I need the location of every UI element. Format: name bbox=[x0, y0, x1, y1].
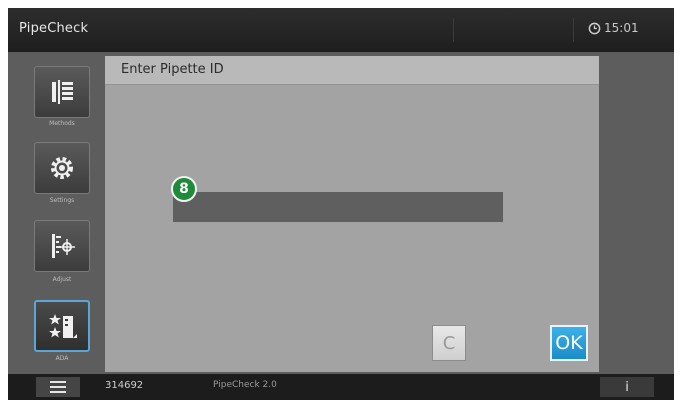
clock-time: 15:01 bbox=[604, 21, 639, 35]
sidebar-item-label: Adjust bbox=[52, 276, 72, 283]
sidebar-item-label: Settings bbox=[49, 197, 75, 204]
top-bar-divider bbox=[573, 18, 574, 42]
clear-button[interactable]: C bbox=[432, 325, 466, 361]
sidebar-item-settings[interactable] bbox=[34, 142, 90, 194]
sidebar-item-label: ADA bbox=[55, 355, 69, 362]
bottom-bar: 314692 PipeCheck 2.0 i bbox=[8, 374, 674, 400]
step-marker-badge: 8 bbox=[171, 176, 197, 202]
top-bar-divider bbox=[453, 18, 454, 42]
clock-icon bbox=[588, 22, 601, 34]
app-title: PipeCheck bbox=[19, 21, 89, 36]
hamburger-menu-icon bbox=[50, 381, 66, 393]
adjust-icon bbox=[52, 234, 75, 258]
pipette-id-input[interactable] bbox=[173, 192, 503, 222]
clock: 15:01 bbox=[588, 21, 639, 35]
device-serial: 314692 bbox=[105, 380, 144, 391]
info-button[interactable]: i bbox=[600, 377, 654, 397]
sidebar-item-adjust[interactable] bbox=[34, 220, 90, 272]
methods-icon bbox=[52, 80, 73, 104]
top-bar: PipeCheck 15:01 bbox=[8, 8, 674, 52]
sidebar-item-label: Methods bbox=[49, 120, 75, 127]
dialog-title: Enter Pipette ID bbox=[121, 62, 224, 77]
dialog-header: Enter Pipette ID bbox=[105, 56, 599, 85]
settings-gear-icon bbox=[51, 157, 73, 179]
app-screen: PipeCheck 15:01 Methods Settings Adjust … bbox=[8, 8, 674, 400]
sidebar-item-methods[interactable] bbox=[34, 66, 90, 118]
ok-button[interactable]: OK bbox=[550, 325, 588, 361]
pipette-id-dialog: Enter Pipette ID 8 C OK bbox=[105, 56, 599, 372]
sidebar: Methods Settings Adjust ADA bbox=[8, 52, 100, 374]
app-version: PipeCheck 2.0 bbox=[213, 380, 277, 390]
sidebar-item-ada[interactable] bbox=[34, 300, 90, 352]
ada-icon bbox=[49, 314, 77, 338]
menu-button[interactable] bbox=[36, 377, 80, 397]
